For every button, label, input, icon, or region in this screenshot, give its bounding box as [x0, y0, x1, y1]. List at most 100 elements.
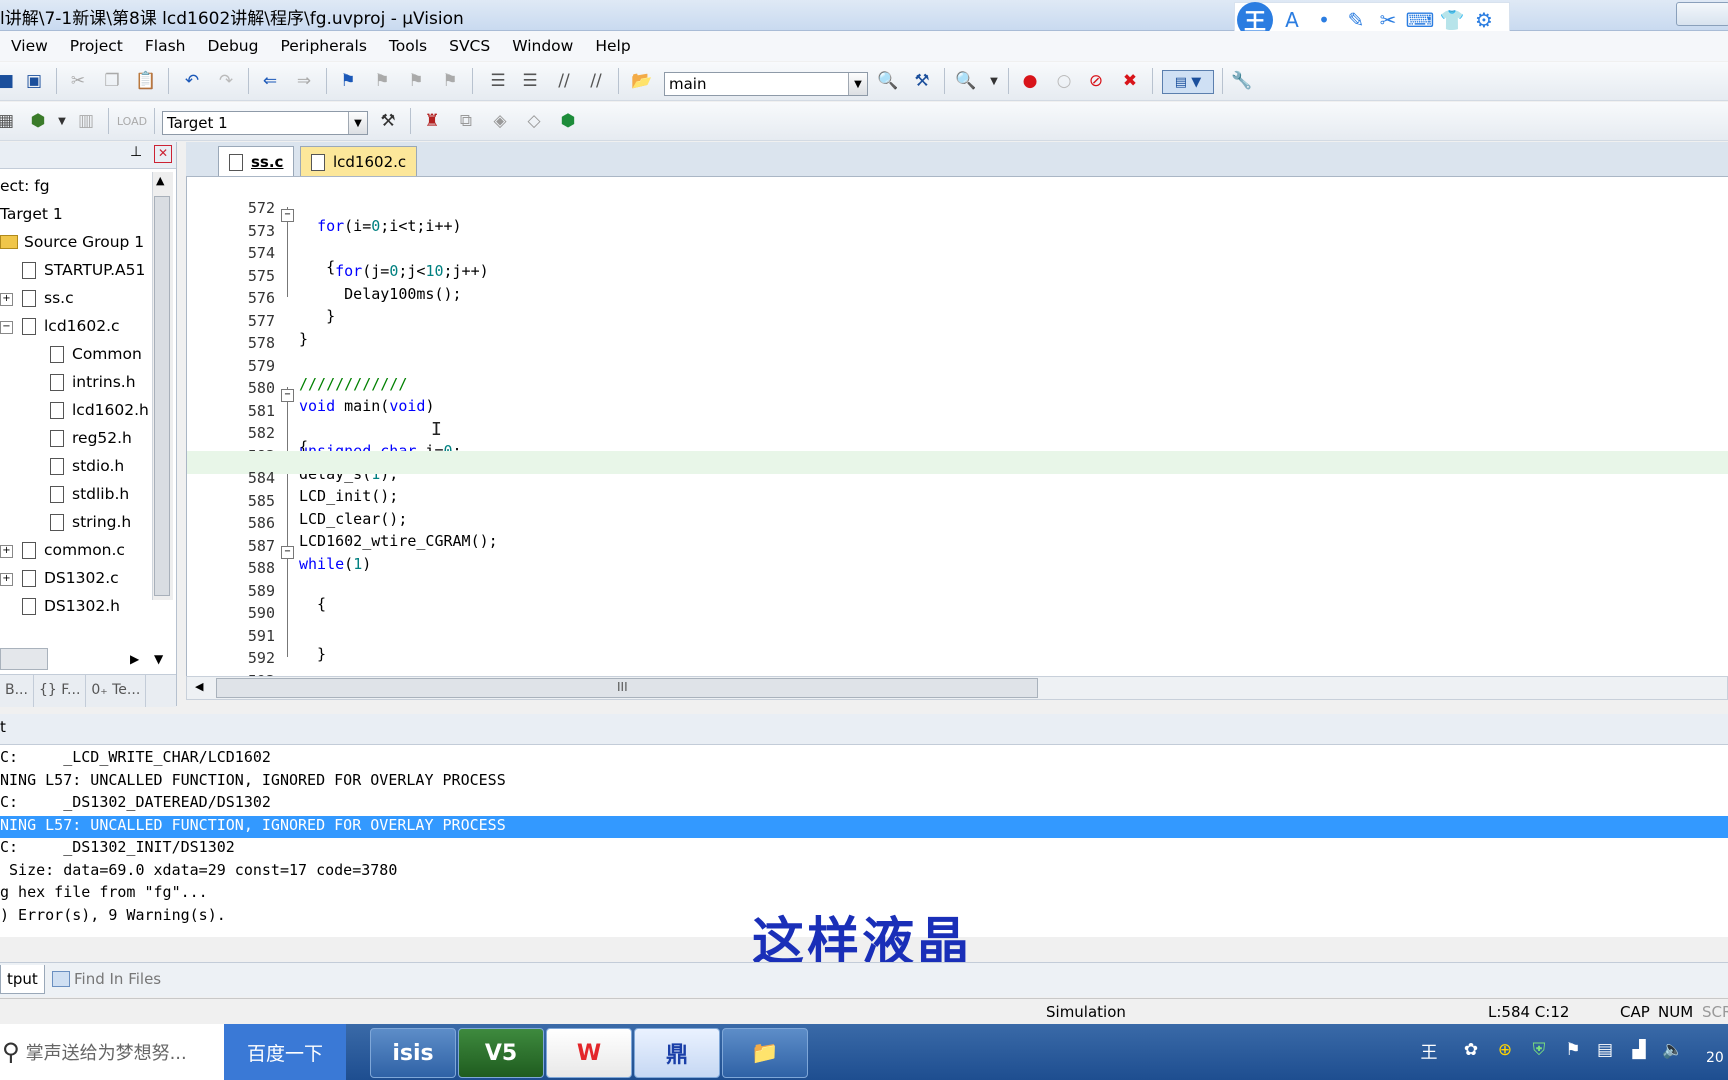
breakpoint-disable-icon[interactable]: ○ [1052, 70, 1076, 92]
ime-punct-icon[interactable]: • [1311, 7, 1337, 33]
paste-icon[interactable]: 📋 [134, 70, 158, 92]
tree-file[interactable]: DS1302.h [22, 597, 120, 615]
chevron-down-icon[interactable]: ▼ [348, 112, 367, 134]
ime-tray-icon[interactable]: 王 [1418, 1038, 1440, 1063]
nav-forward-icon[interactable]: ⇒ [292, 70, 316, 92]
comment-icon[interactable]: // [552, 70, 576, 92]
search-button[interactable]: 百度一下 [224, 1024, 346, 1080]
tree-header-file[interactable]: reg52.h [50, 429, 132, 447]
tree-file[interactable]: ss.c [22, 289, 74, 307]
manage-components-icon[interactable]: ⧉ [454, 110, 478, 132]
redo-icon[interactable]: ↷ [214, 70, 238, 92]
close-icon[interactable]: ✕ [154, 145, 172, 163]
menu-tools[interactable]: Tools [378, 37, 438, 55]
tree-file[interactable]: STARTUP.A51 [22, 261, 145, 279]
target-options-icon[interactable]: ⚒ [376, 110, 400, 132]
signal-icon[interactable]: ▟ [1628, 1038, 1650, 1062]
tree-header-file[interactable]: stdlib.h [50, 485, 129, 503]
tree-file[interactable]: DS1302.c [22, 569, 119, 587]
tray-network-app-icon[interactable]: ⚑ [1562, 1038, 1584, 1062]
shield-icon[interactable]: ⛨ [1528, 1038, 1550, 1062]
tree-source-group[interactable]: Source Group 1 [0, 233, 144, 251]
bookmark-next-icon[interactable]: ⚑ [404, 70, 428, 92]
bookmark-prev-icon[interactable]: ⚑ [370, 70, 394, 92]
rebuild-icon[interactable]: ▥ [74, 110, 98, 132]
pack-installer-icon[interactable]: ◇ [522, 110, 546, 132]
expand-icon[interactable]: + [0, 545, 13, 558]
pin-icon[interactable]: ⊥ [130, 144, 142, 160]
window-layout-icon[interactable]: ▤ ▼ [1162, 70, 1214, 94]
tree-header-file[interactable]: stdio.h [50, 457, 124, 475]
taskbar-app-keil[interactable]: V5 [458, 1028, 544, 1078]
open-file-icon[interactable]: 📂 [630, 70, 654, 92]
environment-icon[interactable]: ⬢ [556, 110, 580, 132]
incremental-find-icon[interactable]: ⚒ [910, 70, 934, 92]
scroll-thumb[interactable]: III [216, 678, 1038, 698]
ime-settings-icon[interactable]: ⚙ [1471, 7, 1497, 33]
tree-file[interactable]: common.c [22, 541, 125, 559]
tab-lcd1602-c[interactable]: lcd1602.c [300, 146, 418, 177]
select-packs-icon[interactable]: ◈ [488, 110, 512, 132]
ime-skin-icon[interactable]: 👕 [1439, 7, 1465, 33]
tray-app-icon[interactable]: ✿ [1460, 1038, 1482, 1062]
chevron-down-icon[interactable]: ▼ [982, 70, 1006, 92]
chevron-down-icon[interactable]: ▼ [50, 110, 74, 132]
menu-svcs[interactable]: SVCS [438, 37, 501, 55]
scroll-down-icon[interactable]: ▼ [154, 652, 163, 666]
cut-icon[interactable]: ✂ [66, 70, 90, 92]
breakpoint-disable-all-icon[interactable]: ⊘ [1084, 70, 1108, 92]
taskbar-app-explorer[interactable]: 📁 [722, 1028, 808, 1078]
indent-icon[interactable]: ☰ [486, 70, 510, 92]
tab-templates[interactable]: 0₊ Te... [86, 675, 147, 707]
breakpoint-icon[interactable]: ● [1018, 70, 1042, 92]
menu-peripherals[interactable]: Peripherals [269, 37, 377, 55]
tab-find-in-files[interactable]: Find In Files [46, 965, 167, 993]
wrench-icon[interactable]: 🔧 [1230, 70, 1254, 92]
menu-help[interactable]: Help [584, 37, 641, 55]
menu-window[interactable]: Window [501, 37, 584, 55]
clock[interactable]: 20 [1706, 1050, 1724, 1066]
tree-header-file[interactable]: Common [50, 345, 142, 363]
breakpoint-kill-all-icon[interactable]: ✖ [1118, 70, 1142, 92]
copy-icon[interactable]: ❐ [100, 70, 124, 92]
debug-session-icon[interactable]: 🔍 [954, 70, 978, 92]
bookmark-icon[interactable]: ⚑ [336, 70, 360, 92]
search-box[interactable]: ⚲ 掌声送给为梦想努... [0, 1024, 224, 1080]
taskbar-app-wps[interactable]: W [546, 1028, 632, 1078]
tree-file[interactable]: lcd1602.c [22, 317, 120, 335]
scroll-thumb[interactable] [154, 196, 170, 596]
tree-project-root[interactable]: ect: fg [0, 177, 50, 195]
scroll-left-icon[interactable]: ◀ [195, 680, 203, 693]
ime-pen-icon[interactable]: ✎ [1343, 7, 1369, 33]
code-editor[interactable]: 572 for(i=0;i<t;i++) 573 − { 574 for(j=0… [186, 176, 1728, 690]
uncomment-icon[interactable]: // [584, 70, 608, 92]
expand-icon[interactable]: + [0, 573, 13, 586]
target-combo[interactable]: Target 1 ▼ [162, 111, 368, 135]
fold-toggle-icon[interactable]: − [281, 208, 294, 222]
project-horizontal-scroll-thumb[interactable] [0, 648, 48, 670]
find-in-files-icon[interactable]: 🔍 [876, 70, 900, 92]
unindent-icon[interactable]: ☰ [518, 70, 542, 92]
taskbar-app-dingtalk[interactable]: 鼎 [634, 1028, 720, 1078]
tree-target[interactable]: Target 1 [0, 205, 63, 223]
expand-icon[interactable]: + [0, 293, 13, 306]
menu-view[interactable]: View [0, 37, 59, 55]
tab-functions[interactable]: {} F... [34, 675, 87, 707]
tree-header-file[interactable]: lcd1602.h [50, 401, 149, 419]
nav-back-icon[interactable]: ⇐ [258, 70, 282, 92]
ime-scissors-icon[interactable]: ✂ [1375, 7, 1401, 33]
build-icon[interactable]: ⬢ [26, 110, 50, 132]
find-combo[interactable]: main ▼ [664, 72, 868, 96]
menu-flash[interactable]: Flash [134, 37, 197, 55]
fold-toggle-icon[interactable]: − [281, 388, 294, 402]
undo-icon[interactable]: ↶ [180, 70, 204, 92]
tab-build-output[interactable]: tput [0, 965, 45, 994]
bookmark-clear-icon[interactable]: ⚑ [438, 70, 462, 92]
minimize-button[interactable] [1676, 2, 1728, 26]
translate-icon[interactable]: ▦ [0, 110, 18, 132]
tab-ss-c[interactable]: ss.c [218, 146, 295, 177]
file-extensions-icon[interactable]: ♜ [420, 110, 444, 132]
chevron-down-icon[interactable]: ▼ [848, 73, 867, 95]
tab-books[interactable]: B... [0, 675, 34, 707]
tray-plus-icon[interactable]: ⊕ [1494, 1038, 1516, 1062]
